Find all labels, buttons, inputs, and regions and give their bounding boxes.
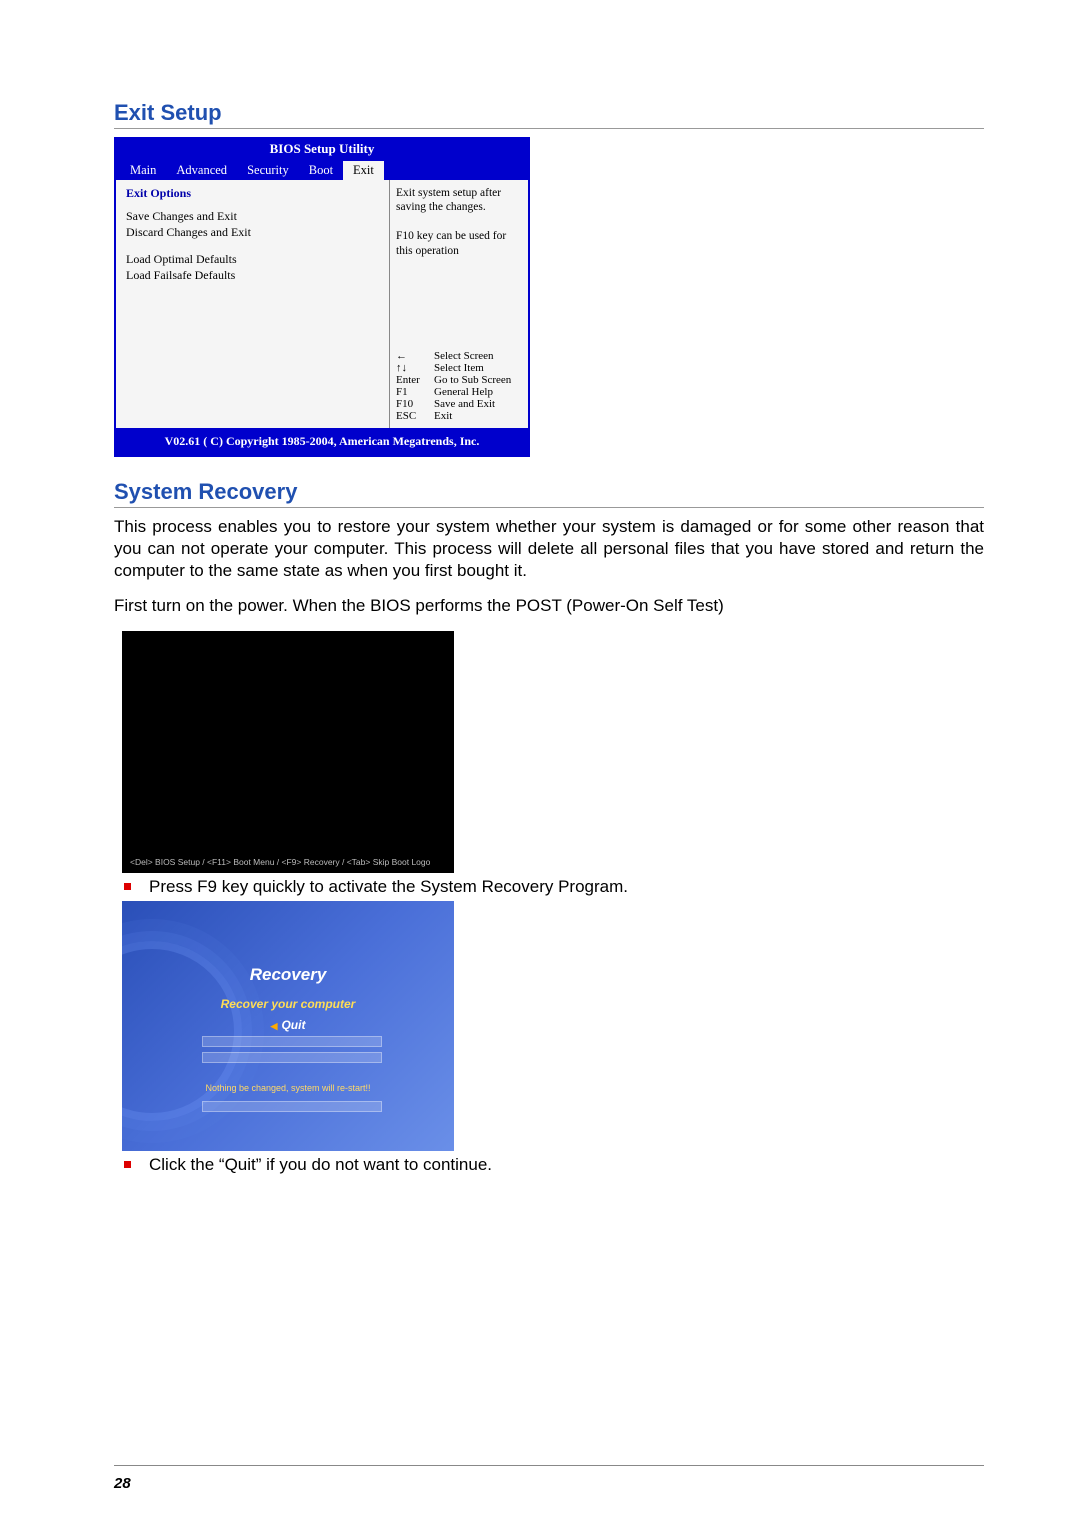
- recovery-screenshot: Recovery Recover your computer Quit Noth…: [122, 901, 454, 1151]
- bios-right-panel: Exit system setup after saving the chang…: [390, 180, 528, 428]
- bios-item: Load Optimal Defaults: [126, 252, 379, 267]
- bios-key: ESC: [396, 410, 434, 422]
- section-exit-setup-title: Exit Setup: [114, 100, 984, 129]
- bullet-text: Click the “Quit” if you do not want to c…: [149, 1155, 492, 1175]
- bios-key-desc: Save and Exit: [434, 398, 495, 410]
- bios-exit-options-title: Exit Options: [126, 186, 379, 201]
- post-hotkey-text: <Del> BIOS Setup / <F11> Boot Menu / <F9…: [130, 857, 446, 867]
- recovery-bars: [202, 1036, 382, 1068]
- bullet-item: Click the “Quit” if you do not want to c…: [124, 1155, 984, 1175]
- bios-key-desc: Select Screen: [434, 350, 494, 362]
- bios-help-text: Exit system setup after saving the chang…: [396, 186, 522, 258]
- bios-tabs: Main Advanced Security Boot Exit: [116, 159, 528, 180]
- bios-key-legend: ←Select Screen ↑↓Select Item EnterGo to …: [396, 350, 522, 422]
- bullet-icon: [124, 883, 131, 890]
- bios-tab-exit: Exit: [343, 161, 384, 180]
- footer-rule: [114, 1465, 984, 1466]
- post-screenshot: <Del> BIOS Setup / <F11> Boot Menu / <F9…: [122, 631, 454, 873]
- bios-key-desc: General Help: [434, 386, 493, 398]
- recovery-quit: Quit: [122, 1018, 454, 1032]
- recovery-link: Recover your computer: [122, 997, 454, 1011]
- section-system-recovery-title: System Recovery: [114, 479, 984, 508]
- page-number: 28: [114, 1475, 131, 1492]
- bios-item: Save Changes and Exit: [126, 209, 379, 224]
- bios-key: ←: [396, 350, 434, 362]
- bios-key: ↑↓: [396, 362, 434, 374]
- bios-left-panel: Exit Options Save Changes and Exit Disca…: [116, 180, 390, 428]
- bios-item: Load Failsafe Defaults: [126, 268, 379, 283]
- recovery-message: Nothing be changed, system will re-start…: [122, 1083, 454, 1093]
- bios-screenshot: BIOS Setup Utility Main Advanced Securit…: [114, 137, 530, 457]
- bios-key-desc: Exit: [434, 410, 452, 422]
- paragraph: This process enables you to restore your…: [114, 516, 984, 581]
- bios-item: Discard Changes and Exit: [126, 225, 379, 240]
- bios-key: F10: [396, 398, 434, 410]
- bios-tab-main: Main: [120, 161, 166, 180]
- bios-key-desc: Select Item: [434, 362, 484, 374]
- bullet-item: Press F9 key quickly to activate the Sys…: [124, 877, 984, 897]
- paragraph: First turn on the power. When the BIOS p…: [114, 595, 984, 617]
- recovery-bar: [202, 1101, 382, 1112]
- bios-header: BIOS Setup Utility: [116, 139, 528, 159]
- bios-key: Enter: [396, 374, 434, 386]
- bullet-icon: [124, 1161, 131, 1168]
- bios-key: F1: [396, 386, 434, 398]
- bios-tab-advanced: Advanced: [166, 161, 237, 180]
- bios-tab-boot: Boot: [299, 161, 343, 180]
- bios-key-desc: Go to Sub Screen: [434, 374, 511, 386]
- bios-tab-security: Security: [237, 161, 299, 180]
- recovery-title: Recovery: [122, 965, 454, 985]
- bios-footer: V02.61 ( C) Copyright 1985-2004, America…: [116, 428, 528, 455]
- bullet-text: Press F9 key quickly to activate the Sys…: [149, 877, 628, 897]
